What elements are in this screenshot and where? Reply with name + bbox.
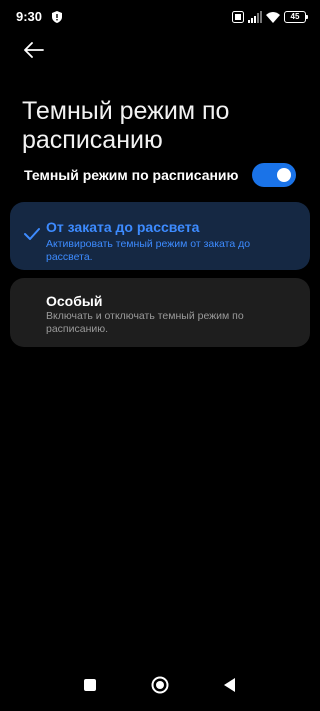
wifi-icon [266, 11, 280, 23]
option-title: От заката до рассвета [46, 219, 200, 235]
schedule-toggle-row[interactable]: Темный режим по расписанию [24, 160, 296, 190]
option-description: Активировать темный режим от заката до р… [46, 238, 251, 263]
battery-icon: 45 [284, 11, 308, 23]
check-icon [24, 227, 40, 241]
status-bar: 9:30 45 [0, 0, 320, 32]
signal-icon [248, 11, 262, 23]
triangle-icon [224, 677, 236, 697]
nav-back-button[interactable] [220, 677, 240, 697]
toggle-knob [277, 168, 291, 182]
schedule-toggle-switch[interactable] [252, 163, 296, 187]
back-button[interactable] [20, 38, 48, 66]
option-custom[interactable]: Особый Включать и отключать темный режим… [10, 278, 310, 347]
schedule-toggle-label: Темный режим по расписанию [24, 167, 239, 183]
recents-button[interactable] [80, 677, 100, 697]
home-button[interactable] [150, 676, 170, 699]
page-title: Темный режим по расписанию [22, 96, 230, 154]
option-title: Особый [46, 293, 103, 309]
sim-icon [232, 11, 244, 23]
arrow-left-icon [24, 41, 44, 63]
status-time: 9:30 [16, 9, 43, 24]
navigation-bar [0, 667, 320, 711]
square-icon [84, 678, 96, 696]
circle-icon [151, 676, 169, 699]
status-icons: 45 [232, 10, 308, 24]
option-sunset-to-sunrise[interactable]: От заката до рассвета Активировать темны… [10, 202, 310, 270]
shield-icon [52, 10, 62, 23]
option-description: Включать и отключать темный режим по рас… [46, 310, 244, 335]
